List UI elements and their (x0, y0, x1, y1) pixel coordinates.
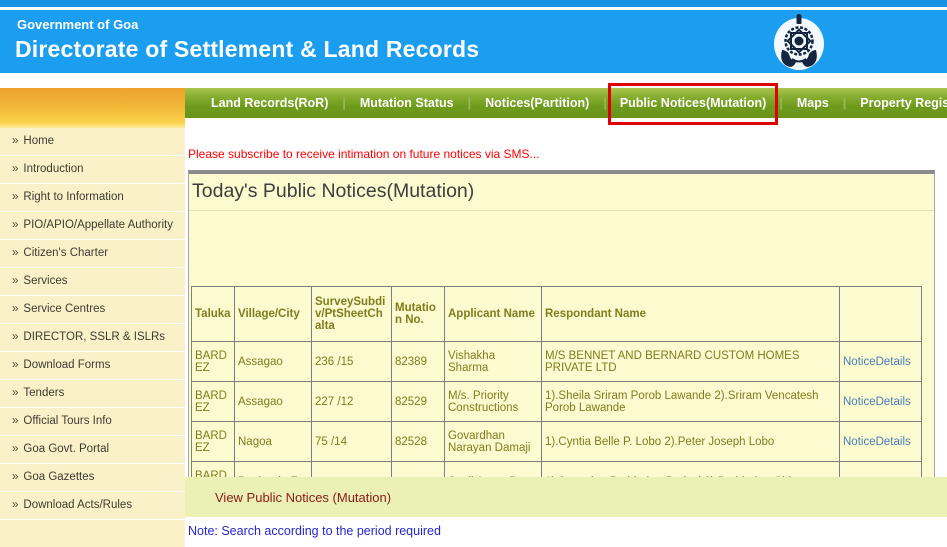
government-label: Government of Goa (17, 17, 138, 32)
table-cell: Assagao (235, 382, 312, 422)
sidebar-item-tenders[interactable]: »Tenders (0, 380, 185, 408)
panel-title: Today's Public Notices(Mutation) (189, 174, 934, 211)
top-accent-strip (0, 0, 947, 7)
chevron-right-icon: » (12, 331, 18, 343)
sidebar-item-service-centres[interactable]: »Service Centres (0, 296, 185, 324)
chevron-right-icon: » (12, 191, 18, 203)
chevron-right-icon: » (12, 219, 18, 231)
column-header-actions (840, 287, 922, 342)
site-title: Directorate of Settlement & Land Records (15, 36, 479, 63)
nav-item-maps[interactable]: Maps (784, 88, 842, 118)
table-cell: M/s. Priority Constructions (445, 382, 542, 422)
chevron-right-icon: » (12, 359, 18, 371)
sidebar-item-home[interactable]: »Home (0, 128, 185, 156)
sidebar-item-services[interactable]: »Services (0, 268, 185, 296)
column-header-surveysubdiv-ptsheetchalta: SurveySubdiv/PtSheetChalta (312, 287, 392, 342)
nav-item-public-notices-mutation[interactable]: Public Notices(Mutation) (608, 83, 779, 125)
table-cell: BARDEZ (192, 422, 235, 462)
column-header-mutation-no: Mutation No. (392, 287, 445, 342)
column-header-village-city: Village/City (235, 287, 312, 342)
chevron-right-icon: » (12, 163, 18, 175)
chevron-right-icon: » (12, 303, 18, 315)
table-cell: 236 /15 (312, 342, 392, 382)
sidebar-item-goa-govt-portal[interactable]: »Goa Govt. Portal (0, 436, 185, 464)
table-cell (312, 462, 392, 478)
cell-notice-details: NoticeDetails (840, 422, 922, 462)
table-cell: 82389 (392, 342, 445, 382)
chevron-right-icon: » (12, 415, 18, 427)
table-row: BARDEZAssagao236 /1582389Vishakha Sharma… (192, 342, 922, 382)
sidebar-item-introduction[interactable]: »Introduction (0, 156, 185, 184)
nav-item-notices-partition[interactable]: Notices(Partition) (472, 88, 602, 118)
sidebar-item-official-tours-info[interactable]: »Official Tours Info (0, 408, 185, 436)
table-header-row: TalukaVillage/CitySurveySubdiv/PtSheetCh… (192, 287, 922, 342)
table-row: BARDEZPenha de F Sunil Anant P1).Janardan… (192, 462, 922, 478)
site-header: Government of Goa Directorate of Settlem… (0, 10, 947, 73)
table-row: BARDEZAssagao227 /1282529M/s. Priority C… (192, 382, 922, 422)
table-cell: 75 /14 (312, 422, 392, 462)
table-cell: 82528 (392, 422, 445, 462)
nav-list: Land Records(RoR)|Mutation Status|Notice… (185, 88, 947, 125)
chevron-right-icon: » (12, 471, 18, 483)
column-header-respondant-name: Respondant Name (542, 287, 840, 342)
view-public-notices-label[interactable]: View Public Notices (Mutation) (215, 477, 947, 518)
table-cell: BARDEZ (192, 462, 235, 478)
table-cell: Penha de F (235, 462, 312, 478)
table-cell: Nagoa (235, 422, 312, 462)
sidebar-item-download-acts-rules[interactable]: »Download Acts/Rules (0, 492, 185, 520)
table-cell: Govardhan Narayan Damaji (445, 422, 542, 462)
table-cell: 227 /12 (312, 382, 392, 422)
nav-item-land-records-ror[interactable]: Land Records(RoR) (198, 88, 341, 118)
table-row: BARDEZNagoa75 /1482528Govardhan Narayan … (192, 422, 922, 462)
notice-details-link[interactable]: NoticeDetails (843, 396, 911, 408)
table-cell: Sunil Anant P (445, 462, 542, 478)
table-cell: BARDEZ (192, 382, 235, 422)
sidebar-item-pio-apio-appellate-authority[interactable]: »PIO/APIO/Appellate Authority (0, 212, 185, 240)
nav-item-mutation-status[interactable]: Mutation Status (347, 88, 467, 118)
cell-notice-details: NoticeDetails (840, 342, 922, 382)
nav-item-property-register[interactable]: Property Register (847, 88, 947, 118)
table-cell: Vishakha Sharma (445, 342, 542, 382)
sidebar-item-citizen-s-charter[interactable]: »Citizen's Charter (0, 240, 185, 268)
sidebar-item-download-forms[interactable]: »Download Forms (0, 352, 185, 380)
table-cell: 1).Janardan Prabhakar Padval 2).Prabhaka… (542, 462, 840, 478)
table-cell: 1).Sheila Sriram Porob Lawande 2).Sriram… (542, 382, 840, 422)
notice-details-link[interactable]: NoticeDetails (843, 436, 911, 448)
main-navbar: Land Records(RoR)|Mutation Status|Notice… (185, 88, 947, 118)
column-header-taluka: Taluka (192, 287, 235, 342)
table-cell: Assagao (235, 342, 312, 382)
chevron-right-icon: » (12, 387, 18, 399)
notice-details-link[interactable]: NoticeDetails (843, 356, 911, 368)
sidebar-item-right-to-information[interactable]: »Right to Information (0, 184, 185, 212)
search-period-note: Note: Search according to the period req… (188, 524, 441, 538)
notices-panel: Today's Public Notices(Mutation) TalukaV… (188, 170, 935, 477)
column-header-applicant-name: Applicant Name (445, 287, 542, 342)
chevron-right-icon: » (12, 275, 18, 287)
table-cell: 82529 (392, 382, 445, 422)
sidebar-top-gold-block (0, 88, 185, 128)
sidebar: »Home»Introduction»Right to Information»… (0, 128, 185, 547)
cell-notice-details: NoticeDetails (840, 382, 922, 422)
sidebar-item-director-sslr-islrs[interactable]: »DIRECTOR, SSLR & ISLRs (0, 324, 185, 352)
table-cell (392, 462, 445, 478)
page: Government of Goa Directorate of Settlem… (0, 0, 947, 547)
table-cell (840, 462, 922, 478)
chevron-right-icon: » (12, 247, 18, 259)
notices-table: TalukaVillage/CitySurveySubdiv/PtSheetCh… (191, 286, 922, 477)
table-cell: BARDEZ (192, 342, 235, 382)
chevron-right-icon: » (12, 499, 18, 511)
table-cell: 1).Cyntia Belle P. Lobo 2).Peter Joseph … (542, 422, 840, 462)
chevron-right-icon: » (12, 443, 18, 455)
table-cell: M/S BENNET AND BERNARD CUSTOM HOMES PRIV… (542, 342, 840, 382)
view-public-notices-bar[interactable]: View Public Notices (Mutation) (185, 477, 947, 517)
chevron-right-icon: » (12, 135, 18, 147)
goa-emblem-icon (770, 12, 828, 72)
sms-subscribe-text: Please subscribe to receive intimation o… (188, 147, 540, 161)
sidebar-item-goa-gazettes[interactable]: »Goa Gazettes (0, 464, 185, 492)
